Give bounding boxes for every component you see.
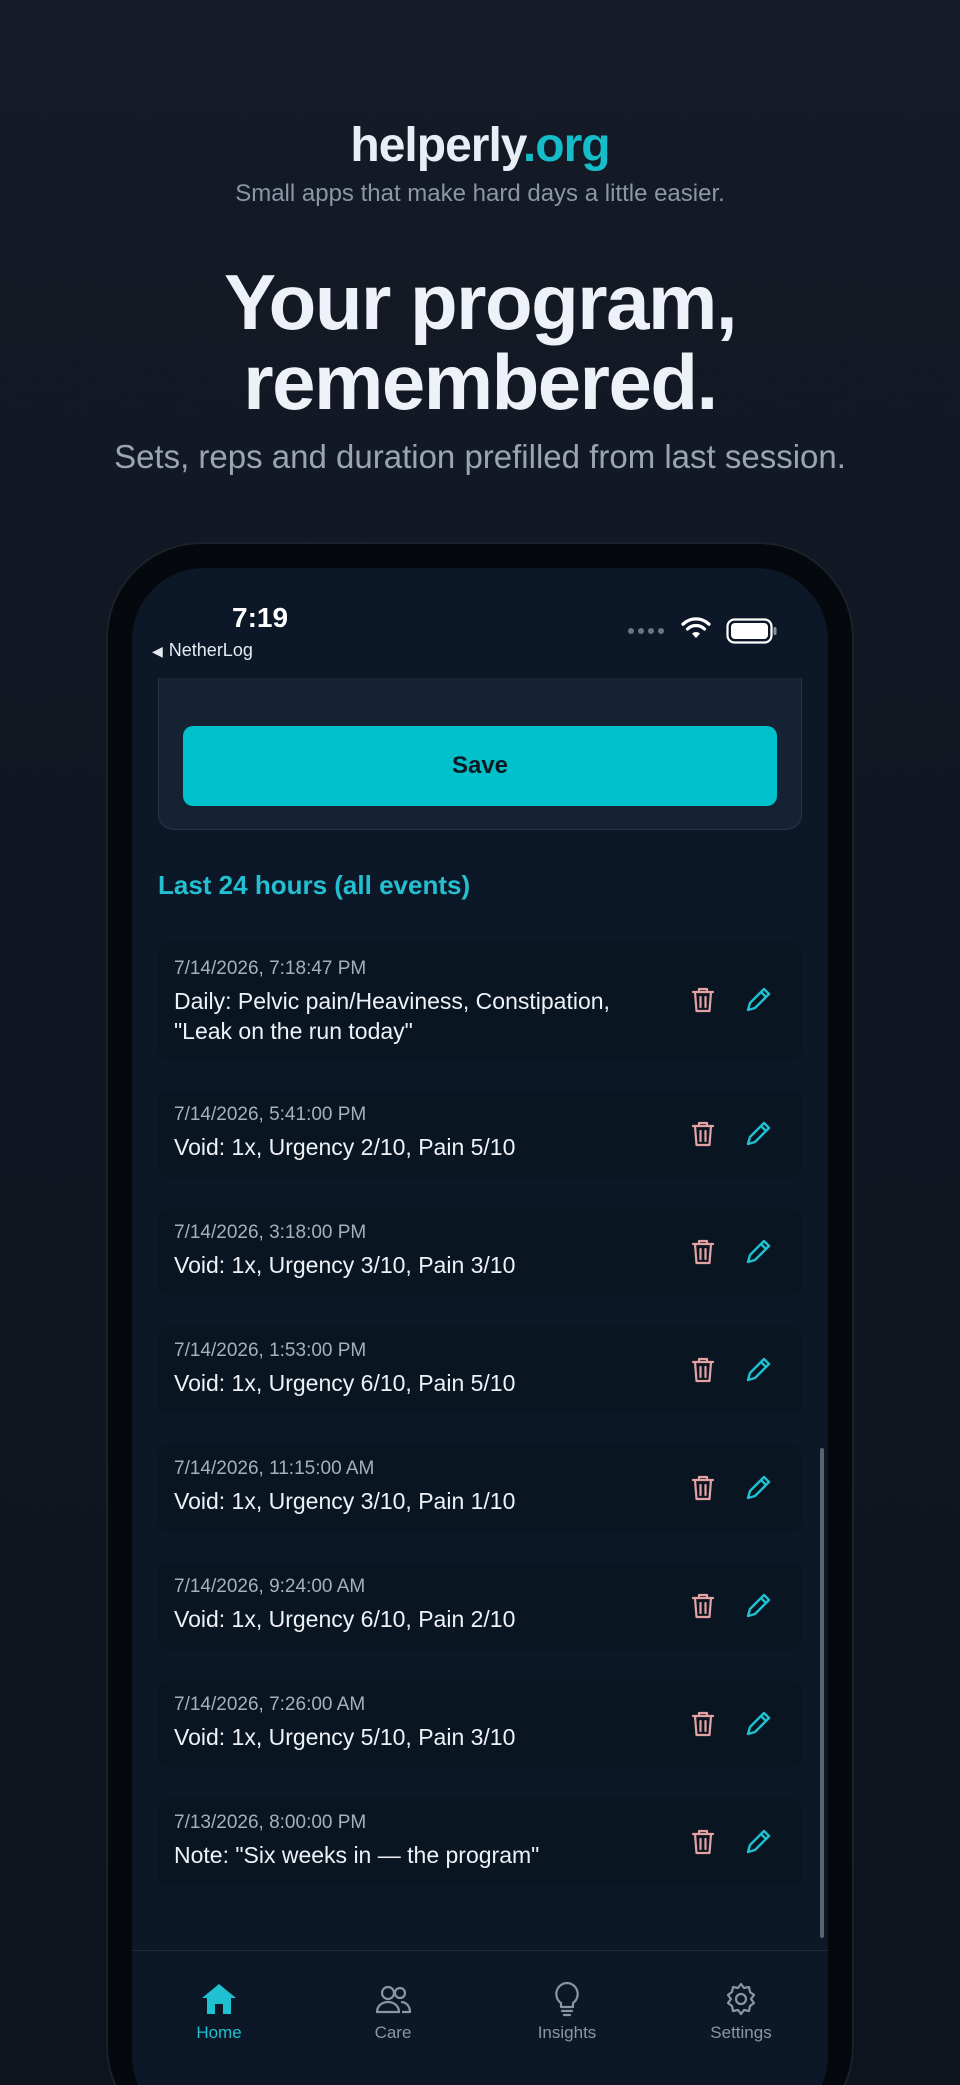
tab-home[interactable]: Home bbox=[132, 1981, 306, 2043]
edit-icon[interactable] bbox=[744, 1236, 774, 1266]
delete-icon[interactable] bbox=[690, 1709, 716, 1739]
tab-care[interactable]: Care bbox=[306, 1981, 480, 2043]
section-title: Last 24 hours (all events) bbox=[158, 870, 471, 900]
entry-text: Void: 1x, Urgency 2/10, Pain 5/10 bbox=[174, 1134, 516, 1160]
entry-text: Daily: Pelvic pain/Heaviness, Constipati… bbox=[174, 988, 610, 1044]
save-button[interactable]: Save bbox=[183, 726, 777, 806]
entry-text: Void: 1x, Urgency 3/10, Pain 1/10 bbox=[174, 1488, 516, 1514]
list-item[interactable]: 7/14/2026, 9:24:00 AM Void: 1x, Urgency … bbox=[158, 1562, 802, 1650]
entry-timestamp: 7/14/2026, 11:15:00 AM bbox=[174, 1458, 375, 1479]
entry-text: Void: 1x, Urgency 5/10, Pain 3/10 bbox=[174, 1724, 516, 1750]
entry-text: Void: 1x, Urgency 6/10, Pain 2/10 bbox=[174, 1606, 516, 1632]
list-item[interactable]: 7/14/2026, 5:41:00 PM Void: 1x, Urgency … bbox=[158, 1090, 802, 1178]
hero-heading: Your program, remembered. bbox=[0, 262, 960, 422]
lightbulb-icon bbox=[555, 1981, 579, 2017]
entry-timestamp: 7/14/2026, 5:41:00 PM bbox=[174, 1104, 367, 1125]
back-triangle-icon: ◀ bbox=[152, 643, 163, 659]
status-bar: 7:19 ◀ NetherLog bbox=[132, 568, 828, 678]
delete-icon[interactable] bbox=[690, 1237, 716, 1267]
home-icon bbox=[202, 1984, 236, 2014]
delete-icon[interactable] bbox=[690, 1827, 716, 1857]
phone-frame: 7:19 ◀ NetherLog Save Last 24 hours (all … bbox=[106, 542, 854, 2085]
brand-logo: helperly.org bbox=[0, 118, 960, 173]
delete-icon[interactable] bbox=[690, 1355, 716, 1385]
brand-name: helperly bbox=[350, 119, 524, 172]
hero-line-2: remembered. bbox=[243, 338, 718, 426]
brand-tld: .org bbox=[522, 119, 611, 172]
list-item[interactable]: 7/13/2026, 8:00:00 PM Note: "Six weeks i… bbox=[158, 1798, 802, 1886]
list-item[interactable]: 7/14/2026, 7:18:47 PM Daily: Pelvic pain… bbox=[158, 942, 802, 1060]
list-item[interactable]: 7/14/2026, 3:18:00 PM Void: 1x, Urgency … bbox=[158, 1208, 802, 1296]
tab-care-label: Care bbox=[374, 2023, 412, 2042]
entry-timestamp: 7/14/2026, 3:18:00 PM bbox=[174, 1222, 367, 1243]
back-link-label: NetherLog bbox=[168, 640, 253, 660]
edit-icon[interactable] bbox=[744, 1708, 774, 1738]
tab-bar: Home Care Insights Settings bbox=[132, 1950, 828, 2085]
list-item[interactable]: 7/14/2026, 1:53:00 PM Void: 1x, Urgency … bbox=[158, 1326, 802, 1414]
edit-icon[interactable] bbox=[744, 1826, 774, 1856]
tab-insights[interactable]: Insights bbox=[480, 1981, 654, 2043]
tab-insights-label: Insights bbox=[537, 2023, 597, 2042]
entry-timestamp: 7/14/2026, 1:53:00 PM bbox=[174, 1340, 367, 1361]
people-icon bbox=[375, 1985, 412, 2014]
back-to-app-link[interactable]: ◀ NetherLog bbox=[152, 640, 253, 661]
entry-text: Void: 1x, Urgency 3/10, Pain 3/10 bbox=[174, 1252, 516, 1278]
status-time: 7:19 bbox=[232, 602, 289, 633]
hero-line-1: Your program, bbox=[223, 258, 738, 346]
edit-icon[interactable] bbox=[744, 1118, 774, 1148]
entry-timestamp: 7/14/2026, 7:18:47 PM bbox=[174, 958, 367, 979]
battery-icon bbox=[726, 618, 777, 644]
entry-timestamp: 7/14/2026, 7:26:00 AM bbox=[174, 1694, 366, 1715]
entry-timestamp: 7/13/2026, 8:00:00 PM bbox=[174, 1812, 367, 1833]
phone-screen: 7:19 ◀ NetherLog Save Last 24 hours (all … bbox=[132, 568, 828, 2085]
tab-settings[interactable]: Settings bbox=[654, 1981, 828, 2043]
delete-icon[interactable] bbox=[690, 1473, 716, 1503]
wifi-icon bbox=[681, 617, 711, 638]
subheading: Sets, reps and duration prefilled from l… bbox=[114, 438, 846, 475]
signal-dots-icon bbox=[628, 628, 664, 634]
entry-text: Note: "Six weeks in — the program" bbox=[174, 1842, 540, 1868]
edit-icon[interactable] bbox=[744, 1472, 774, 1502]
gear-icon bbox=[726, 1982, 756, 2016]
entry-text: Void: 1x, Urgency 6/10, Pain 5/10 bbox=[174, 1370, 516, 1396]
list-item[interactable]: 7/14/2026, 11:15:00 AM Void: 1x, Urgency… bbox=[158, 1444, 802, 1532]
delete-icon[interactable] bbox=[690, 1591, 716, 1621]
list-item[interactable]: 7/14/2026, 7:26:00 AM Void: 1x, Urgency … bbox=[158, 1680, 802, 1768]
edit-icon[interactable] bbox=[744, 1354, 774, 1384]
tab-home-label: Home bbox=[196, 2023, 242, 2042]
delete-icon[interactable] bbox=[690, 1119, 716, 1149]
tab-settings-label: Settings bbox=[710, 2023, 772, 2042]
tagline: Small apps that make hard days a little … bbox=[235, 180, 725, 207]
edit-icon[interactable] bbox=[744, 1590, 774, 1620]
delete-icon[interactable] bbox=[690, 985, 716, 1015]
edit-icon[interactable] bbox=[744, 984, 774, 1014]
entry-form-card: Save bbox=[158, 678, 802, 830]
scrollbar[interactable] bbox=[820, 1448, 824, 1938]
entry-timestamp: 7/14/2026, 9:24:00 AM bbox=[174, 1576, 366, 1597]
